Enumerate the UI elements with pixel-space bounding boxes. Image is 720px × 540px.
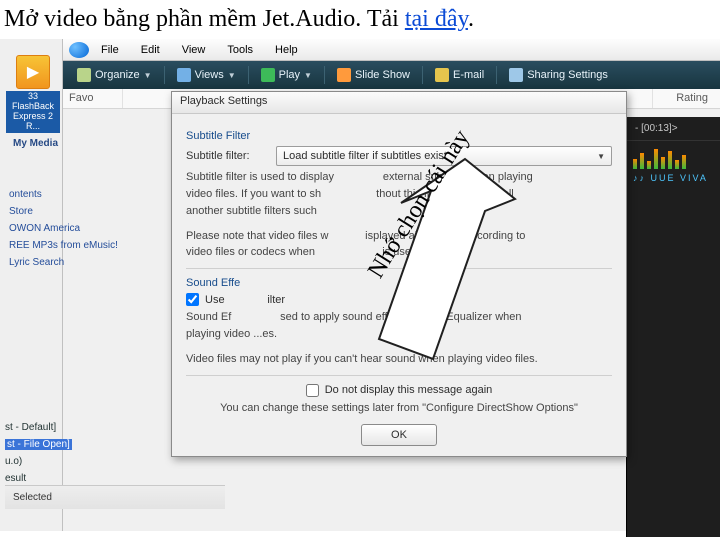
- organize-icon: [77, 68, 91, 82]
- instruction-headline: Mở video bằng phần mềm Jet.Audio. Tải tạ…: [0, 0, 720, 39]
- slideshow-icon: [337, 68, 351, 82]
- hint-text: Subtitle filter is used to display exter…: [186, 170, 612, 185]
- track-time: - [00:13]>: [627, 117, 720, 141]
- col-rating[interactable]: Rating: [652, 89, 720, 108]
- hint-text: video files. If you want to sh thout thi…: [186, 187, 612, 202]
- hint-text: playing video ...es.: [186, 327, 612, 342]
- list-item[interactable]: st - Default]: [5, 419, 145, 436]
- menu-file[interactable]: File: [91, 41, 129, 59]
- chevron-down-icon: ▼: [304, 71, 312, 80]
- list-item[interactable]: st - File Open]: [5, 436, 145, 453]
- player-panel: - [00:13]> ♪♪ UUE VIVA: [626, 117, 720, 537]
- cmd-email[interactable]: E-mail: [427, 66, 492, 84]
- menu-view[interactable]: View: [172, 41, 216, 59]
- subtitle-filter-select[interactable]: Load subtitle filter if subtitles exist …: [276, 146, 612, 166]
- cmd-sharing[interactable]: Sharing Settings: [501, 66, 616, 84]
- cmd-slideshow[interactable]: Slide Show: [329, 66, 418, 84]
- email-icon: [435, 68, 449, 82]
- ok-button[interactable]: OK: [361, 424, 437, 446]
- change-later-note: You can change these settings later from…: [186, 401, 612, 416]
- cmd-play[interactable]: Play▼: [253, 66, 320, 84]
- menu-help[interactable]: Help: [265, 41, 308, 59]
- left-sidebar: My Media ontents Store OWON America REE …: [5, 135, 120, 295]
- dialog-title: Playback Settings: [172, 92, 626, 114]
- menubar: File Edit View Tools Help: [63, 39, 720, 61]
- desktop-shortcut[interactable]: ▶ 33 FlashBack Express 2 R...: [6, 55, 60, 133]
- hint-text: Sound Ef sed to apply sound effect such …: [186, 310, 612, 325]
- headline-prefix: Mở video bằng phần mềm Jet.Audio. Tải: [4, 6, 405, 32]
- eq-label: ♪♪ UUE VIVA: [633, 169, 720, 183]
- cmd-views[interactable]: Views▼: [169, 66, 244, 84]
- fileopen-panel: st - Default] st - File Open] u.o) esult…: [5, 419, 145, 487]
- flashback-icon: ▶: [16, 55, 50, 89]
- app-window: File Edit View Tools Help Organize▼ View…: [62, 39, 720, 531]
- section-subtitle-filter: Subtitle Filter: [186, 130, 612, 142]
- use-sound-filter-checkbox[interactable]: [186, 293, 199, 306]
- chevron-down-icon: ▼: [228, 71, 236, 80]
- sidebar-item[interactable]: Lyric Search: [9, 254, 120, 271]
- dont-display-checkbox[interactable]: [306, 384, 319, 397]
- hint-text: Video files may not play if you can't he…: [186, 352, 612, 367]
- chevron-down-icon: ▼: [597, 152, 605, 161]
- hint-text: Please note that video files w isplayed …: [186, 229, 612, 244]
- sidebar-item[interactable]: ontents: [9, 186, 120, 203]
- menu-tools[interactable]: Tools: [217, 41, 263, 59]
- menu-edit[interactable]: Edit: [131, 41, 170, 59]
- filter-label: Subtitle filter:: [186, 150, 268, 162]
- sidebar-item[interactable]: OWON America: [9, 220, 120, 237]
- eq-bars-icon: [633, 147, 720, 169]
- app-icon: [69, 42, 89, 58]
- screenshot-canvas: ▶ 33 FlashBack Express 2 R... File Edit …: [0, 39, 720, 531]
- checkbox-label: Use ilter: [205, 294, 285, 306]
- section-sound-effect: Sound Effe: [186, 277, 612, 289]
- headline-suffix: .: [468, 6, 474, 32]
- chevron-down-icon: ▼: [144, 71, 152, 80]
- sidebar-item[interactable]: Store: [9, 203, 120, 220]
- status-selected: Selected: [5, 485, 225, 509]
- share-icon: [509, 68, 523, 82]
- hint-text: video files or codecs when is used.: [186, 245, 612, 260]
- checkbox-label: Do not display this message again: [325, 384, 493, 396]
- equalizer: ♪♪ UUE VIVA: [627, 141, 720, 189]
- list-item[interactable]: u.o): [5, 453, 145, 470]
- views-icon: [177, 68, 191, 82]
- desktop-shortcut-label: 33 FlashBack Express 2 R...: [6, 91, 60, 133]
- select-value: Load subtitle filter if subtitles exist: [283, 150, 447, 162]
- sidebar-item[interactable]: REE MP3s from eMusic!: [9, 237, 120, 254]
- play-icon: [261, 68, 275, 82]
- cmd-organize[interactable]: Organize▼: [69, 66, 160, 84]
- sidebar-header-media[interactable]: My Media: [9, 135, 120, 152]
- playback-settings-dialog: Playback Settings Subtitle Filter Subtit…: [171, 91, 627, 457]
- hint-text: another subtitle filters such: [186, 204, 612, 219]
- download-link[interactable]: tại đây: [405, 6, 468, 32]
- command-bar: Organize▼ Views▼ Play▼ Slide Show E-mail…: [63, 61, 720, 89]
- col-favorites[interactable]: Favo: [63, 89, 123, 108]
